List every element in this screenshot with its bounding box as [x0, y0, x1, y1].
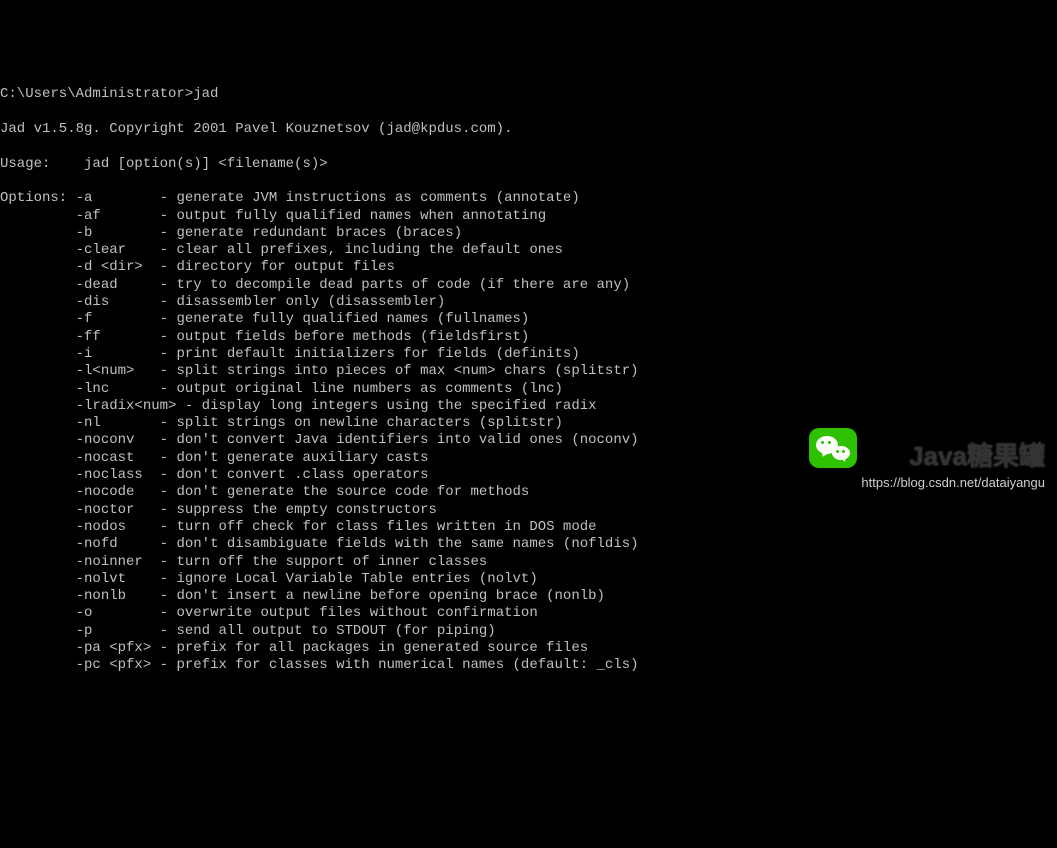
- option-row: -ff - output fields before methods (fiel…: [0, 329, 1057, 346]
- option-desc: - split strings on newline characters (s…: [160, 415, 563, 431]
- option-desc: - send all output to STDOUT (for piping): [160, 623, 496, 639]
- option-row: -dis - disassembler only (disassembler): [0, 294, 1057, 311]
- option-desc: - prefix for classes with numerical name…: [160, 657, 639, 673]
- option-flag: -noclass: [76, 467, 152, 483]
- option-row: -noinner - turn off the support of inner…: [0, 554, 1057, 571]
- option-desc: - suppress the empty constructors: [160, 502, 437, 518]
- option-desc: - display long integers using the specif…: [185, 398, 597, 414]
- option-row: -nl - split strings on newline character…: [0, 415, 1057, 432]
- option-desc: - ignore Local Variable Table entries (n…: [160, 571, 538, 587]
- option-flag: -lnc: [76, 381, 152, 397]
- option-flag: -nl: [76, 415, 152, 431]
- option-desc: - don't generate the source code for met…: [160, 484, 530, 500]
- option-desc: - turn off check for class files written…: [160, 519, 597, 535]
- option-flag: -b: [76, 225, 152, 241]
- option-desc: - directory for output files: [160, 259, 395, 275]
- option-desc: - prefix for all packages in generated s…: [160, 640, 588, 656]
- option-row: -lnc - output original line numbers as c…: [0, 381, 1057, 398]
- option-desc: - try to decompile dead parts of code (i…: [160, 277, 630, 293]
- option-row: -nolvt - ignore Local Variable Table ent…: [0, 571, 1057, 588]
- option-flag: -noctor: [76, 502, 152, 518]
- watermark-url: https://blog.csdn.net/dataiyangu: [861, 474, 1045, 491]
- jad-usage: Usage: jad [option(s)] <filename(s)>: [0, 156, 1057, 173]
- option-desc: - generate fully qualified names (fullna…: [160, 311, 530, 327]
- prompt-line: C:\Users\Administrator>jad: [0, 86, 1057, 103]
- options-list: Options: -a - generate JVM instructions …: [0, 190, 1057, 674]
- option-row: -pc <pfx> - prefix for classes with nume…: [0, 657, 1057, 674]
- option-desc: - don't disambiguate fields with the sam…: [160, 536, 639, 552]
- option-row: -noconv - don't convert Java identifiers…: [0, 432, 1057, 449]
- option-flag: -i: [76, 346, 152, 362]
- option-flag: -clear: [76, 242, 152, 258]
- wechat-icon: [809, 428, 857, 468]
- option-flag: -a: [76, 190, 152, 206]
- option-desc: - output fully qualified names when anno…: [160, 208, 546, 224]
- option-flag: -noconv: [76, 432, 152, 448]
- option-row: -nofd - don't disambiguate fields with t…: [0, 536, 1057, 553]
- option-desc: - don't convert .class operators: [160, 467, 429, 483]
- option-flag: -l<num>: [76, 363, 152, 379]
- option-row: -o - overwrite output files without conf…: [0, 605, 1057, 622]
- option-flag: -o: [76, 605, 152, 621]
- option-desc: - generate JVM instructions as comments …: [160, 190, 580, 206]
- option-row: Options: -a - generate JVM instructions …: [0, 190, 1057, 207]
- option-desc: - split strings into pieces of max <num>…: [160, 363, 639, 379]
- option-row: -d <dir> - directory for output files: [0, 259, 1057, 276]
- watermark-brand: Java糖果罐: [909, 448, 1045, 465]
- option-row: -clear - clear all prefixes, including t…: [0, 242, 1057, 259]
- option-row: -lradix<num> - display long integers usi…: [0, 398, 1057, 415]
- option-row: -l<num> - split strings into pieces of m…: [0, 363, 1057, 380]
- option-flag: -lradix<num>: [76, 398, 177, 414]
- option-desc: - clear all prefixes, including the defa…: [160, 242, 563, 258]
- option-row: -af - output fully qualified names when …: [0, 208, 1057, 225]
- option-desc: - don't generate auxiliary casts: [160, 450, 429, 466]
- option-row: -i - print default initializers for fiel…: [0, 346, 1057, 363]
- option-row: -f - generate fully qualified names (ful…: [0, 311, 1057, 328]
- option-row: -nodos - turn off check for class files …: [0, 519, 1057, 536]
- option-desc: - disassembler only (disassembler): [160, 294, 446, 310]
- option-flag: -pc <pfx>: [76, 657, 152, 673]
- option-desc: - don't convert Java identifiers into va…: [160, 432, 639, 448]
- option-desc: - turn off the support of inner classes: [160, 554, 488, 570]
- option-flag: -noinner: [76, 554, 152, 570]
- option-row: -b - generate redundant braces (braces): [0, 225, 1057, 242]
- option-row: -nonlb - don't insert a newline before o…: [0, 588, 1057, 605]
- option-row: -noctor - suppress the empty constructor…: [0, 502, 1057, 519]
- option-flag: -nofd: [76, 536, 152, 552]
- option-flag: -nocast: [76, 450, 152, 466]
- option-desc: - don't insert a newline before opening …: [160, 588, 605, 604]
- option-flag: -nonlb: [76, 588, 152, 604]
- option-flag: -pa <pfx>: [76, 640, 152, 656]
- jad-header: Jad v1.5.8g. Copyright 2001 Pavel Kouzne…: [0, 121, 1057, 138]
- option-flag: -nocode: [76, 484, 152, 500]
- option-row: -dead - try to decompile dead parts of c…: [0, 277, 1057, 294]
- option-desc: - generate redundant braces (braces): [160, 225, 462, 241]
- option-flag: -af: [76, 208, 152, 224]
- option-desc: - output original line numbers as commen…: [160, 381, 563, 397]
- option-flag: -d <dir>: [76, 259, 152, 275]
- option-flag: -p: [76, 623, 152, 639]
- option-flag: -f: [76, 311, 152, 327]
- option-desc: - output fields before methods (fieldsfi…: [160, 329, 530, 345]
- terminal-output: C:\Users\Administrator>jad Jad v1.5.8g. …: [0, 69, 1057, 692]
- option-flag: -nodos: [76, 519, 152, 535]
- option-flag: -ff: [76, 329, 152, 345]
- option-flag: -nolvt: [76, 571, 152, 587]
- option-desc: - print default initializers for fields …: [160, 346, 580, 362]
- option-flag: -dis: [76, 294, 152, 310]
- option-row: -pa <pfx> - prefix for all packages in g…: [0, 640, 1057, 657]
- option-row: -p - send all output to STDOUT (for pipi…: [0, 623, 1057, 640]
- option-flag: -dead: [76, 277, 152, 293]
- option-desc: - overwrite output files without confirm…: [160, 605, 538, 621]
- option-row: -nocast - don't generate auxiliary casts: [0, 450, 1057, 467]
